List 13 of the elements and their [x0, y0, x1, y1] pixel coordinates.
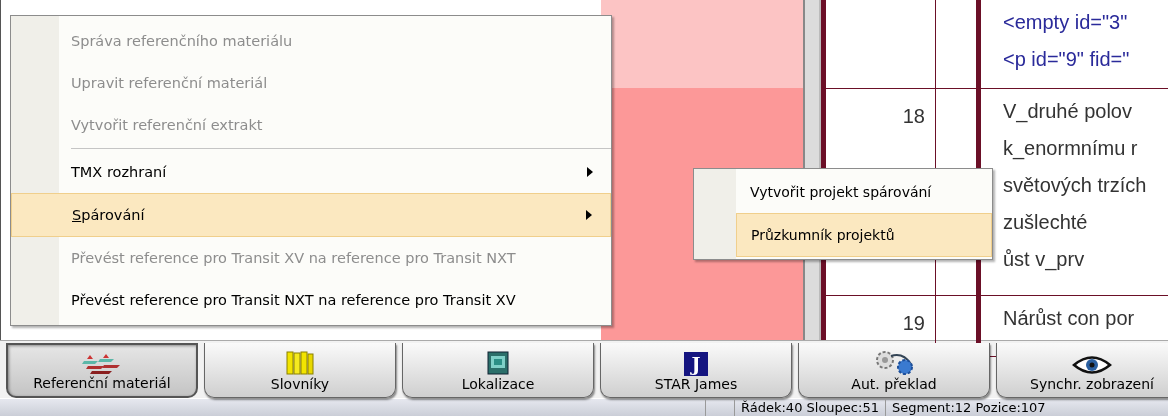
segment-text: <p id="9" fid=" — [1003, 47, 1130, 72]
status-field: Segment:12 Pozice:107 — [884, 399, 1052, 416]
status-field: Řádek:40 Sloupec:51 — [734, 399, 885, 416]
segment-number: 18 — [902, 105, 925, 127]
segment-text: <empty id="3" — [1003, 10, 1129, 35]
segment-text: světových trzích — [1003, 173, 1147, 198]
segment-text: zušlechté — [1003, 210, 1089, 235]
letter-badge-icon: J — [684, 352, 708, 376]
segment-number: 19 — [902, 312, 925, 334]
segment-text: k_enormnímu r — [1003, 136, 1139, 162]
segment-text: V_druhé polov — [1003, 99, 1133, 125]
segment-text: ůst v_prv — [1003, 247, 1086, 273]
segment-text: Nárůst con por — [1003, 306, 1135, 331]
